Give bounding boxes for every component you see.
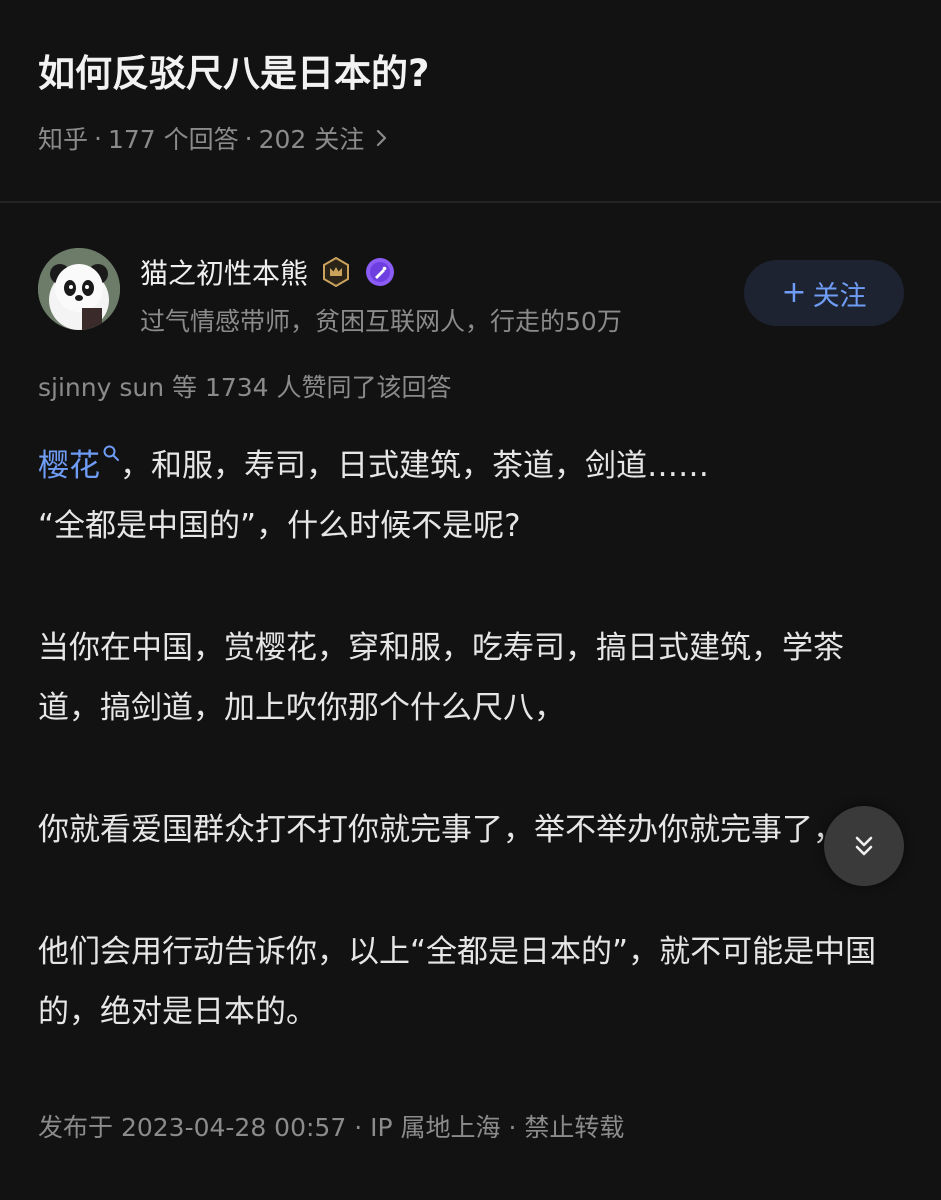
answers-count: 177 个回答 [107,125,239,154]
question-header: 如何反驳尺八是日本的? 知乎 · 177 个回答 · 202 关注 [0,0,941,202]
double-chevron-down-icon [855,836,873,856]
source-label: 知乎 [38,125,89,154]
author-name-line: 猫之初性本熊 [140,252,396,292]
answer-paragraph: 他们会用行动告诉你，以上“全都是日本的”，就不可能是中国的，绝对是日本的。 [38,934,877,1030]
pen-badge-icon[interactable] [364,256,396,288]
author-bio: 过气情感带师，贫困互联网人，行走的50万 [140,307,622,336]
answer-paragraph: 樱花 ，和服，寿司，日式建筑，茶道，剑道…… [38,436,904,496]
publish-time: 发布于 2023-04-28 00:57 [38,1113,347,1142]
upvote-summary[interactable]: sjinny sun 等 1734 人赞同了该回答 [38,368,452,404]
crown-badge-icon[interactable] [320,256,352,288]
author-row: 猫之初性本熊 过气情感带师，贫困互联网人，行走的50万 + 关注 [38,248,904,338]
author-name[interactable]: 猫之初性本熊 [140,252,308,292]
follow-label: 关注 [812,280,867,312]
question-title[interactable]: 如何反驳尺八是日本的? [38,50,903,98]
answer-paragraph: “全都是中国的”，什么时候不是呢? [38,508,521,544]
copyright-notice: 禁止转载 [524,1113,625,1142]
meta-separator: · [354,1113,363,1142]
question-meta[interactable]: 知乎 · 177 个回答 · 202 关注 [38,120,903,156]
followers-count: 202 关注 [258,125,365,154]
answer-content: 樱花 ，和服，寿司，日式建筑，茶道，剑道…… “全都是中国的”，什么时候不是呢? … [38,436,904,1042]
search-link-term[interactable]: 樱花 [38,448,100,484]
follow-button[interactable]: + 关注 [744,260,904,326]
section-divider [0,201,941,203]
panda-avatar-image [38,248,120,330]
plus-icon: + [781,275,807,310]
answer-text: ，和服，寿司，日式建筑，茶道，剑道…… [120,448,709,484]
ip-location: IP 属地上海 [370,1113,501,1142]
search-icon [103,445,119,461]
meta-separator: · [94,123,102,153]
scroll-down-button[interactable] [824,806,904,886]
meta-separator: · [508,1113,517,1142]
answer-paragraph: 你就看爱国群众打不打你就完事了，举不举办你就完事了， [38,812,844,848]
meta-separator: · [244,123,253,153]
chevron-right-icon [377,129,387,147]
answer-footer-meta: 发布于 2023-04-28 00:57 · IP 属地上海 · 禁止转载 [38,1108,624,1144]
avatar[interactable] [38,248,120,330]
answer-paragraph: 当你在中国，赏樱花，穿和服，吃寿司，搞日式建筑，学茶道，搞剑道，加上吹你那个什么… [38,630,844,726]
